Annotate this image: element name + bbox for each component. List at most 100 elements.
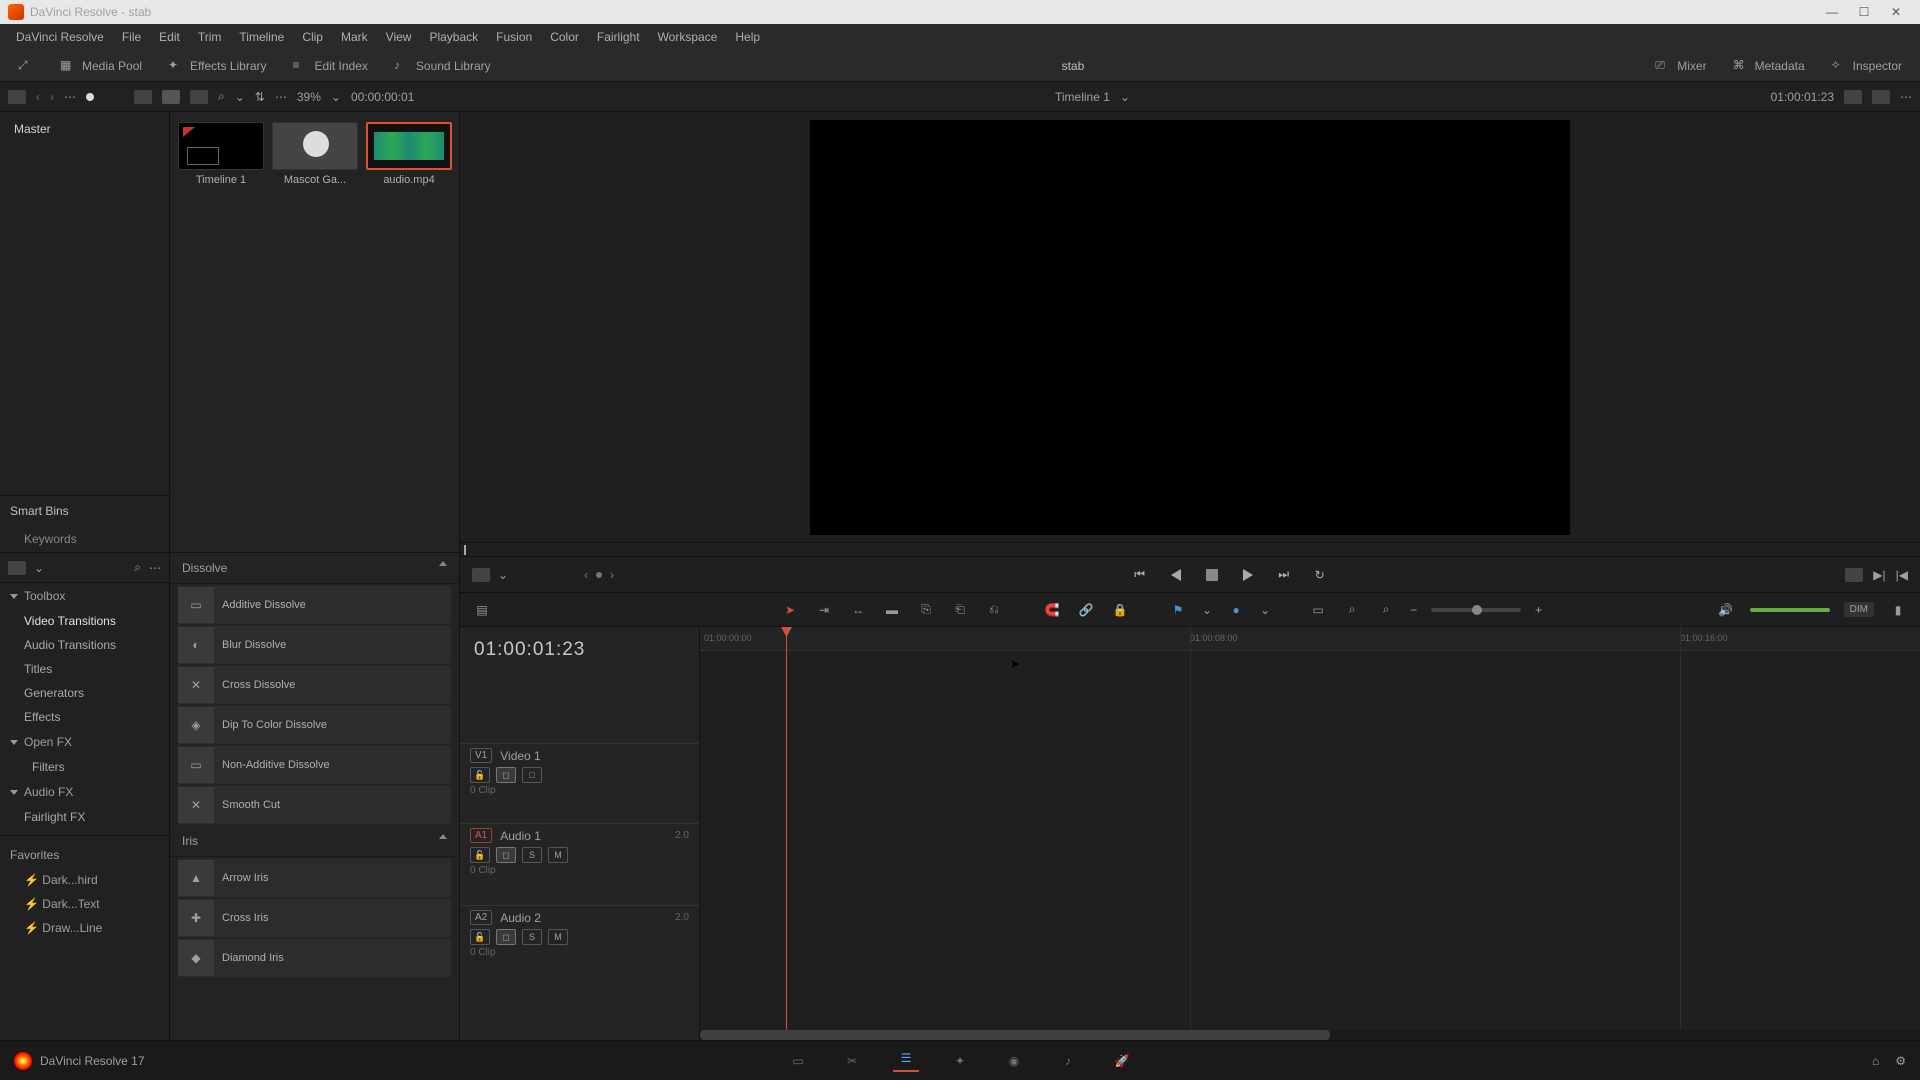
fx-search-icon[interactable]: ⌕ <box>134 560 141 575</box>
zoom-percent[interactable]: 39% <box>297 90 321 104</box>
media-pool-toggle[interactable]: ▦Media Pool <box>50 54 152 78</box>
timeline-timecode[interactable]: 01:00:01:23 <box>460 627 699 673</box>
track-tag[interactable]: A1 <box>470 828 492 843</box>
track-lock-icon[interactable]: 🔓 <box>470 767 490 783</box>
menu-playback[interactable]: Playback <box>421 26 486 48</box>
edit-index-toggle[interactable]: ≡Edit Index <box>283 54 378 78</box>
list-view-icon[interactable] <box>190 90 208 104</box>
marker-icon[interactable]: ● <box>1226 602 1246 618</box>
track-auto-select-icon[interactable]: ◻ <box>496 929 516 945</box>
menu-clip[interactable]: Clip <box>294 26 331 48</box>
full-extent-zoom-icon[interactable]: ▭ <box>1308 602 1328 618</box>
dim-button[interactable]: DIM <box>1844 602 1874 617</box>
linked-selection-icon[interactable]: 🔗 <box>1076 602 1096 618</box>
insert-clip-icon[interactable]: ⎘ <box>916 602 936 618</box>
more-icon[interactable]: ⋯ <box>275 90 287 104</box>
viewer-options-icon[interactable]: ⋯ <box>1900 90 1912 104</box>
home-icon[interactable]: ⌂ <box>1872 1054 1879 1068</box>
fx-smooth-cut[interactable]: ✕Smooth Cut <box>178 786 451 824</box>
fx-blur-dissolve[interactable]: ◐Blur Dissolve <box>178 626 451 664</box>
fairlight-page-tab[interactable]: ♪ <box>1055 1050 1081 1072</box>
master-bin[interactable]: Master <box>0 112 169 146</box>
minimize-button[interactable]: — <box>1816 2 1848 22</box>
single-dual-viewer-icon[interactable] <box>1872 90 1890 104</box>
dissolve-group[interactable]: Dissolve <box>170 553 459 584</box>
timeline-ruler[interactable]: 01:00:00:00 01:00:08:00 01:00:16:00 <box>700 627 1920 651</box>
menu-davinci[interactable]: DaVinci Resolve <box>8 26 112 48</box>
play-button[interactable] <box>1237 564 1259 586</box>
custom-zoom-icon[interactable]: ⌕ <box>1376 602 1396 618</box>
menu-view[interactable]: View <box>378 26 420 48</box>
clip-thumb[interactable] <box>178 122 264 170</box>
track-a1[interactable]: A1Audio 12.0 🔓 ◻ S M 0 Clip <box>460 823 699 905</box>
metadata-toggle[interactable]: ⌘Metadata <box>1723 54 1815 78</box>
clip-video[interactable]: Mascot Ga... <box>272 122 358 186</box>
edit-page-tab[interactable]: ☰ <box>893 1050 919 1072</box>
video-transitions-item[interactable]: Video Transitions <box>0 609 169 633</box>
favorite-item[interactable]: ⚡ Dark...hird <box>0 868 169 892</box>
menu-workspace[interactable]: Workspace <box>650 26 726 48</box>
clip-timeline[interactable]: Timeline 1 <box>178 122 264 186</box>
nav-prev-icon[interactable]: ‹ <box>36 90 40 104</box>
timeline-body[interactable]: 01:00:00:00 01:00:08:00 01:00:16:00 ➤ <box>700 627 1920 1040</box>
record-timecode[interactable]: 01:00:01:23 <box>1771 90 1834 104</box>
fx-cross-dissolve[interactable]: ✕Cross Dissolve <box>178 666 451 704</box>
generators-item[interactable]: Generators <box>0 681 169 705</box>
track-mute-button[interactable]: M <box>548 929 568 945</box>
fx-cross-iris[interactable]: ✚Cross Iris <box>178 899 451 937</box>
menu-trim[interactable]: Trim <box>190 26 230 48</box>
selection-tool-icon[interactable]: ➤ <box>780 602 800 618</box>
record-dot-icon[interactable] <box>86 93 94 101</box>
match-frame-icon[interactable] <box>1845 568 1863 582</box>
track-tag[interactable]: A2 <box>470 910 492 925</box>
track-mute-button[interactable]: M <box>548 847 568 863</box>
menu-help[interactable]: Help <box>727 26 768 48</box>
maximize-button[interactable]: ☐ <box>1848 2 1880 22</box>
match-dot-icon[interactable] <box>596 572 602 578</box>
filters-item[interactable]: Filters <box>0 755 169 779</box>
viewer-scrubber[interactable] <box>460 542 1920 556</box>
fx-panel-chevron-icon[interactable]: ⌄ <box>34 561 44 575</box>
menu-file[interactable]: File <box>114 26 149 48</box>
flag-chevron-icon[interactable]: ⌄ <box>1202 603 1212 617</box>
flag-icon[interactable]: ⚑ <box>1168 602 1188 618</box>
close-button[interactable]: ✕ <box>1880 2 1912 22</box>
bypass-icon[interactable] <box>1844 90 1862 104</box>
inspector-toggle[interactable]: ✧Inspector <box>1821 54 1912 78</box>
detail-zoom-icon[interactable]: ⌕ <box>1342 602 1362 618</box>
effects-library-toggle[interactable]: ✦Effects Library <box>158 54 276 78</box>
loop-button[interactable]: ↻ <box>1309 564 1331 586</box>
fx-panel-icon[interactable] <box>8 561 26 575</box>
overlay-chevron-icon[interactable]: ⌄ <box>498 568 508 582</box>
timeline-chevron-icon[interactable]: ⌄ <box>1120 90 1130 104</box>
snapping-icon[interactable]: 🧲 <box>1042 602 1062 618</box>
deliver-page-tab[interactable]: 🚀 <box>1109 1050 1135 1072</box>
color-page-tab[interactable]: ◉ <box>1001 1050 1027 1072</box>
volume-slider[interactable] <box>1750 608 1830 612</box>
monitor-audio-icon[interactable]: 🔊 <box>1716 602 1736 618</box>
track-auto-select-icon[interactable]: ◻ <box>496 767 516 783</box>
jog-out-icon[interactable]: ▶| <box>1873 568 1885 582</box>
zoom-chevron-icon[interactable]: ⌄ <box>331 90 341 104</box>
zoom-in-button[interactable]: + <box>1535 603 1542 617</box>
first-frame-button[interactable]: ⏮ <box>1129 564 1151 586</box>
project-settings-icon[interactable]: ⚙ <box>1895 1054 1906 1068</box>
jog-in-icon[interactable]: |◀ <box>1896 568 1908 582</box>
titles-item[interactable]: Titles <box>0 657 169 681</box>
track-a2[interactable]: A2Audio 22.0 🔓 ◻ S M 0 Clip <box>460 905 699 987</box>
expand-icon[interactable]: ⤢ <box>8 54 44 78</box>
position-lock-icon[interactable]: 🔒 <box>1110 602 1130 618</box>
match-prev-icon[interactable]: ‹ <box>584 568 588 582</box>
iris-group[interactable]: Iris <box>170 826 459 857</box>
track-tag[interactable]: V1 <box>470 748 492 763</box>
smart-bins-header[interactable]: Smart Bins <box>0 496 169 526</box>
zoom-out-button[interactable]: − <box>1410 603 1417 617</box>
track-solo-button[interactable]: S <box>522 847 542 863</box>
menu-timeline[interactable]: Timeline <box>231 26 292 48</box>
audiofx-header[interactable]: Audio FX <box>0 779 169 805</box>
timeline-name[interactable]: Timeline 1 <box>1055 90 1110 104</box>
fusion-page-tab[interactable]: ✦ <box>947 1050 973 1072</box>
toolbox-header[interactable]: Toolbox <box>0 583 169 609</box>
track-lock-icon[interactable]: 🔓 <box>470 847 490 863</box>
favorite-item[interactable]: ⚡ Dark...Text <box>0 892 169 916</box>
